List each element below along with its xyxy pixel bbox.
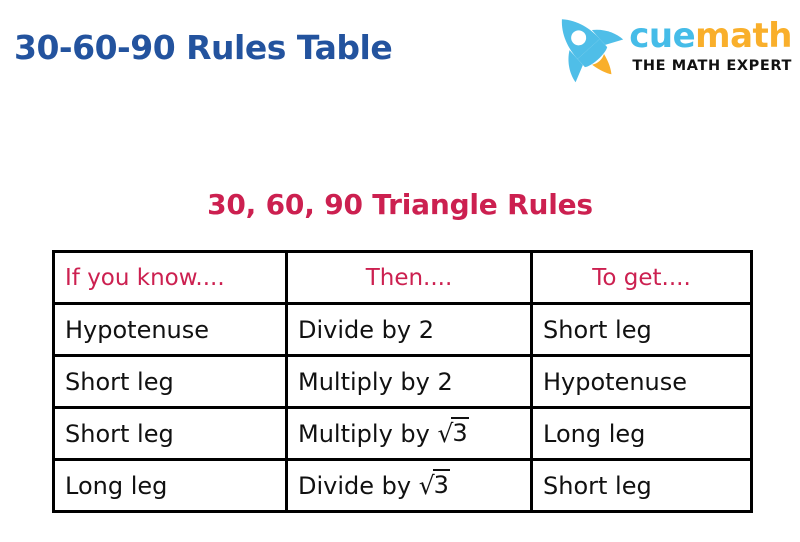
cell-if-you-know: Short leg	[52, 406, 288, 461]
column-header-if-you-know: If you know....	[52, 250, 288, 305]
table-body: Hypotenuse Divide by 2 Short leg Short l…	[52, 302, 753, 513]
table-header: If you know.... Then.... To get....	[52, 250, 753, 305]
cell-then: Multiply by 2	[285, 354, 533, 409]
cell-then-text: Multiply by	[298, 367, 438, 396]
brand-wordmark: cuemath	[629, 19, 792, 53]
brand-word-math: math	[695, 15, 792, 56]
page-header: 30-60-90 Rules Table cuemath THE MATH EX…	[0, 0, 800, 100]
column-header-then: Then....	[285, 250, 533, 305]
radicand: 3	[451, 416, 469, 447]
table-row: Short leg Multiply by √3 Long leg	[52, 406, 753, 461]
radicand: 3	[432, 468, 450, 499]
table-row: Long leg Divide by √3 Short leg	[52, 458, 753, 513]
cell-then-text: Divide by	[298, 315, 419, 344]
table-row: Hypotenuse Divide by 2 Short leg	[52, 302, 753, 357]
cell-to-get: Hypotenuse	[530, 354, 753, 409]
cell-then-value: 2	[437, 367, 453, 396]
table-header-row: If you know.... Then.... To get....	[52, 250, 753, 305]
cell-if-you-know: Hypotenuse	[52, 302, 288, 357]
cell-then: Divide by √3	[285, 458, 533, 513]
table-row: Short leg Multiply by 2 Hypotenuse	[52, 354, 753, 409]
cell-if-you-know: Long leg	[52, 458, 288, 513]
cell-to-get: Long leg	[530, 406, 753, 461]
cell-if-you-know: Short leg	[52, 354, 288, 409]
cell-then: Multiply by √3	[285, 406, 533, 461]
brand-word-cue: cue	[629, 15, 696, 56]
table-title: 30, 60, 90 Triangle Rules	[207, 188, 593, 221]
cell-then: Divide by 2	[285, 302, 533, 357]
square-root-expression: √3	[437, 416, 469, 447]
cell-then-text: Multiply by	[298, 419, 438, 448]
cell-to-get: Short leg	[530, 458, 753, 513]
cell-then-text: Divide by	[298, 471, 419, 500]
cell-then-value: 2	[418, 315, 434, 344]
rocket-icon	[545, 8, 627, 84]
brand-logo: cuemath THE MATH EXPERT	[545, 0, 800, 84]
brand-text: cuemath THE MATH EXPERT	[629, 19, 792, 74]
rules-table: If you know.... Then.... To get.... Hypo…	[52, 250, 753, 513]
page-title: 30-60-90 Rules Table	[14, 28, 393, 67]
square-root-expression: √3	[419, 468, 450, 499]
column-header-to-get: To get....	[530, 250, 753, 305]
brand-tagline: THE MATH EXPERT	[632, 57, 792, 74]
cell-to-get: Short leg	[530, 302, 753, 357]
